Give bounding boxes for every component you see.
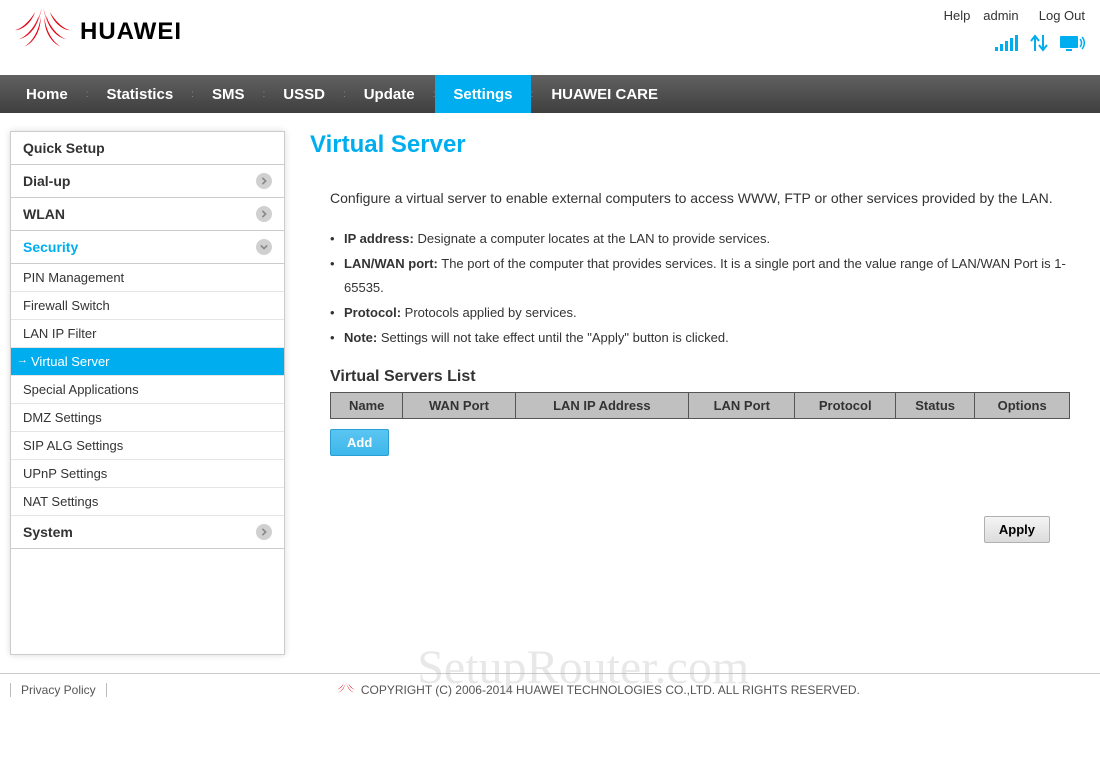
- privacy-link[interactable]: Privacy Policy: [10, 683, 107, 697]
- page-title: Virtual Server: [310, 131, 1070, 159]
- sidebar-item-virtualserver[interactable]: Virtual Server: [11, 348, 284, 376]
- sidebar-item-upnp[interactable]: UPnP Settings: [11, 460, 284, 488]
- brand-text: HUAWEI: [80, 18, 182, 46]
- nav-home[interactable]: Home: [8, 75, 86, 113]
- help-link[interactable]: Help: [944, 8, 971, 23]
- bullet-port: LAN/WAN port: The port of the computer t…: [330, 252, 1070, 301]
- list-title: Virtual Servers List: [330, 368, 1070, 386]
- bullet-label: IP address:: [344, 231, 414, 246]
- top-links: Help admin Log Out: [944, 8, 1085, 23]
- bullet-text: Protocols applied by services.: [401, 305, 577, 320]
- header-right: Help admin Log Out: [944, 8, 1085, 53]
- sidebar-security[interactable]: Security: [11, 231, 284, 264]
- bullet-text: Settings will not take effect until the …: [377, 330, 729, 345]
- sidebar-item-pin[interactable]: PIN Management: [11, 264, 284, 292]
- bullet-label: Note:: [344, 330, 377, 345]
- sidebar-label: System: [23, 524, 73, 540]
- col-status: Status: [895, 393, 974, 419]
- nav-sms[interactable]: SMS: [194, 75, 263, 113]
- col-lanip: LAN IP Address: [515, 393, 688, 419]
- sidebar-item-lanipfilter[interactable]: LAN IP Filter: [11, 320, 284, 348]
- sidebar-dialup[interactable]: Dial-up: [11, 165, 284, 198]
- sidebar-item-firewall[interactable]: Firewall Switch: [11, 292, 284, 320]
- nav-settings[interactable]: Settings: [435, 75, 530, 113]
- chevron-right-icon: [256, 206, 272, 222]
- bullet-text: The port of the computer that provides s…: [344, 256, 1066, 296]
- footer-copyright: COPYRIGHT (C) 2006-2014 HUAWEI TECHNOLOG…: [107, 682, 1090, 698]
- bullet-label: LAN/WAN port:: [344, 256, 438, 271]
- nav-statistics[interactable]: Statistics: [88, 75, 191, 113]
- col-wanport: WAN Port: [403, 393, 515, 419]
- chevron-down-icon: [256, 239, 272, 255]
- sidebar-item-specialapps[interactable]: Special Applications: [11, 376, 284, 404]
- status-icons: [944, 33, 1085, 53]
- chevron-right-icon: [256, 173, 272, 189]
- sidebar-label: Security: [23, 239, 78, 255]
- sidebar-label: Quick Setup: [23, 140, 105, 156]
- table-header-row: Name WAN Port LAN IP Address LAN Port Pr…: [331, 393, 1070, 419]
- footer: Privacy Policy COPYRIGHT (C) 2006-2014 H…: [0, 673, 1100, 706]
- add-button[interactable]: Add: [330, 429, 389, 456]
- nav-update[interactable]: Update: [346, 75, 433, 113]
- sidebar-item-nat[interactable]: NAT Settings: [11, 488, 284, 516]
- sidebar-system[interactable]: System: [11, 516, 284, 549]
- huawei-logo-small-icon: [337, 682, 355, 698]
- sidebar-item-dmz[interactable]: DMZ Settings: [11, 404, 284, 432]
- main-area: Quick Setup Dial-up WLAN Security PIN Ma…: [0, 113, 1100, 673]
- col-options: Options: [975, 393, 1070, 419]
- sidebar-wlan[interactable]: WLAN: [11, 198, 284, 231]
- logo-area: HUAWEI: [15, 8, 182, 56]
- nav-ussd[interactable]: USSD: [265, 75, 343, 113]
- user-label: admin: [983, 8, 1018, 23]
- bullet-text: Designate a computer locates at the LAN …: [414, 231, 770, 246]
- bullet-ip: IP address: Designate a computer locates…: [330, 227, 1070, 252]
- huawei-logo-icon: [15, 8, 70, 56]
- updown-arrows-icon: [1029, 33, 1049, 53]
- chevron-right-icon: [256, 524, 272, 540]
- nav-huawei-care[interactable]: HUAWEI CARE: [533, 75, 676, 113]
- header-bar: HUAWEI Help admin Log Out: [0, 0, 1100, 75]
- bullet-protocol: Protocol: Protocols applied by services.: [330, 301, 1070, 326]
- col-protocol: Protocol: [795, 393, 896, 419]
- monitor-wifi-icon: [1059, 33, 1085, 53]
- sidebar-item-sipalg[interactable]: SIP ALG Settings: [11, 432, 284, 460]
- bullet-note: Note: Settings will not take effect unti…: [330, 326, 1070, 351]
- apply-row: Apply: [310, 516, 1070, 543]
- sidebar-label: WLAN: [23, 206, 65, 222]
- logout-link[interactable]: Log Out: [1039, 8, 1085, 23]
- signal-icon: [995, 33, 1019, 53]
- sidebar: Quick Setup Dial-up WLAN Security PIN Ma…: [10, 131, 285, 655]
- sidebar-quick-setup[interactable]: Quick Setup: [11, 132, 284, 165]
- virtual-servers-table: Name WAN Port LAN IP Address LAN Port Pr…: [330, 392, 1070, 419]
- bullet-label: Protocol:: [344, 305, 401, 320]
- sidebar-label: Dial-up: [23, 173, 70, 189]
- info-bullets: IP address: Designate a computer locates…: [310, 227, 1070, 350]
- nav-bar: Home: Statistics: SMS: USSD: Update: Set…: [0, 75, 1100, 113]
- apply-button[interactable]: Apply: [984, 516, 1050, 543]
- content-area: Virtual Server Configure a virtual serve…: [310, 131, 1090, 655]
- copyright-text: COPYRIGHT (C) 2006-2014 HUAWEI TECHNOLOG…: [361, 683, 860, 697]
- intro-text: Configure a virtual server to enable ext…: [310, 184, 1070, 212]
- col-lanport: LAN Port: [689, 393, 795, 419]
- col-name: Name: [331, 393, 403, 419]
